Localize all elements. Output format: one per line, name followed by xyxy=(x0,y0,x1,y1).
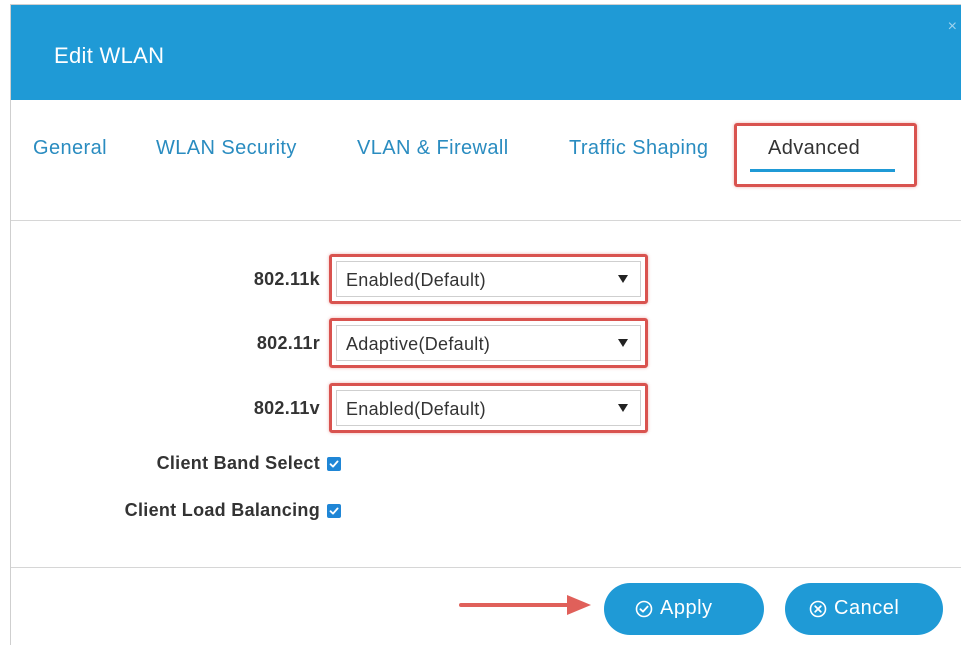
client-band-select-checkbox[interactable] xyxy=(327,457,341,471)
arrow-right-icon xyxy=(459,595,591,615)
tab-traffic-shaping[interactable]: Traffic Shaping xyxy=(569,137,708,160)
client-band-select-label: Client Band Select xyxy=(156,453,320,473)
dot11k-label: 802.11k xyxy=(253,269,320,289)
edit-wlan-dialog: Edit WLAN × General WLAN Security VLAN &… xyxy=(10,4,961,645)
dot11v-value: Enabled(Default) xyxy=(346,399,486,419)
dialog-header: Edit WLAN × xyxy=(11,5,961,100)
dot11v-select[interactable]: Enabled(Default) xyxy=(336,390,641,426)
dot11r-label: 802.11r xyxy=(256,333,320,353)
tab-bar: General WLAN Security VLAN & Firewall Tr… xyxy=(11,100,961,221)
tab-general[interactable]: General xyxy=(33,137,107,160)
chevron-down-icon xyxy=(618,275,628,283)
cancel-button-label: Cancel xyxy=(834,597,900,619)
dot11v-label: 802.11v xyxy=(253,398,320,418)
tab-vlan-firewall[interactable]: VLAN & Firewall xyxy=(357,137,509,160)
footer-divider xyxy=(11,567,961,568)
dot11k-value: Enabled(Default) xyxy=(346,270,486,290)
checkmark-icon xyxy=(329,460,339,468)
tab-wlan-security[interactable]: WLAN Security xyxy=(156,137,297,160)
chevron-down-icon xyxy=(618,404,628,412)
active-tab-indicator xyxy=(750,169,895,172)
apply-button-label: Apply xyxy=(660,597,713,619)
close-circle-icon xyxy=(809,600,827,618)
dot11r-value: Adaptive(Default) xyxy=(346,334,491,354)
check-circle-icon xyxy=(635,600,653,618)
dialog-title: Edit WLAN xyxy=(54,43,165,68)
close-icon[interactable]: × xyxy=(948,19,957,35)
apply-button[interactable]: Apply xyxy=(604,583,764,635)
dot11k-select[interactable]: Enabled(Default) xyxy=(336,261,641,297)
client-load-balancing-label: Client Load Balancing xyxy=(124,500,320,520)
tab-advanced[interactable]: Advanced xyxy=(768,137,860,160)
client-load-balancing-checkbox[interactable] xyxy=(327,504,341,518)
checkmark-icon xyxy=(329,507,339,515)
dot11r-select[interactable]: Adaptive(Default) xyxy=(336,325,641,361)
cancel-button[interactable]: Cancel xyxy=(785,583,943,635)
chevron-down-icon xyxy=(618,339,628,347)
